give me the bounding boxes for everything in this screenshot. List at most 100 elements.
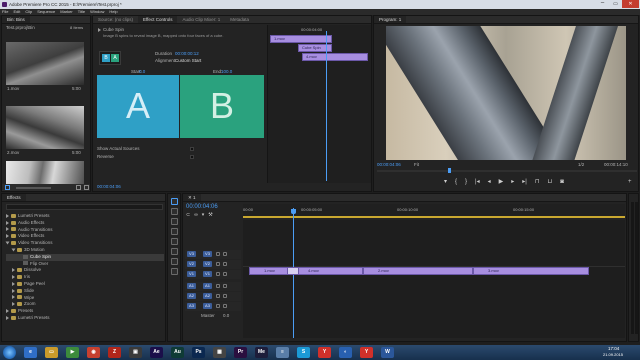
lock-icon[interactable] (216, 284, 220, 288)
add-marker-icon[interactable]: ▾ (444, 179, 447, 186)
fit-select[interactable]: Fit (414, 162, 419, 168)
effects-folder[interactable]: Audio Effects (6, 220, 164, 227)
photoshop-icon[interactable]: Ps (192, 347, 205, 358)
tab-sequence[interactable]: ✕ 1 (183, 194, 201, 201)
chevron-right-icon[interactable] (6, 220, 9, 225)
source-patch-button[interactable]: V3 (187, 251, 196, 257)
timeline-timecode[interactable]: 00:00:04:06 (186, 204, 218, 211)
chevron-right-icon[interactable] (6, 308, 9, 313)
chevron-down-icon[interactable] (11, 248, 16, 252)
lift-icon[interactable]: ⊓ (535, 179, 540, 186)
tab-metadata[interactable]: Metadata (225, 16, 254, 23)
eye-icon[interactable] (223, 284, 227, 288)
chrome-icon[interactable]: ◉ (87, 347, 100, 358)
app-icon-2[interactable]: ▦ (213, 347, 226, 358)
ie-icon[interactable]: e (24, 347, 37, 358)
skype-icon[interactable]: S (297, 347, 310, 358)
alignment-select[interactable]: Custom Start (175, 58, 201, 64)
delete-icon[interactable] (84, 185, 89, 190)
timeline-clip[interactable]: 2.mov (363, 267, 473, 275)
effects-folder[interactable]: Page Peel (6, 281, 164, 288)
effects-folder[interactable]: Audio Transitions (6, 227, 164, 234)
timeline-transition[interactable] (287, 267, 299, 275)
effects-folder[interactable]: Lumetri Presets (6, 315, 164, 322)
mini-playhead[interactable] (326, 31, 327, 181)
app-icon[interactable]: ▣ (129, 347, 142, 358)
lock-icon[interactable] (216, 262, 220, 266)
chevron-right-icon[interactable] (12, 288, 15, 293)
selection-tool-icon[interactable] (171, 198, 178, 205)
source-patch-button[interactable]: A2 (187, 293, 196, 299)
pen-icon[interactable] (171, 248, 178, 255)
lock-icon[interactable] (216, 272, 220, 276)
eye-icon[interactable] (223, 294, 227, 298)
track-target-button[interactable]: A3 (203, 303, 212, 309)
minimize-button[interactable]: – (596, 0, 609, 8)
timeline-clip[interactable]: 4.mov (293, 267, 363, 275)
effects-folder[interactable]: Zoom (6, 301, 164, 308)
effects-search-input[interactable] (6, 204, 163, 210)
show-actual-sources-checkbox[interactable] (190, 147, 194, 151)
eye-icon[interactable] (223, 304, 227, 308)
yandex-icon[interactable]: Y (318, 347, 331, 358)
go-to-out-icon[interactable]: ▸| (522, 179, 527, 186)
chevron-down-icon[interactable] (5, 241, 10, 245)
clock-time[interactable]: 17:04 (608, 346, 619, 351)
player-icon[interactable]: ▶ (66, 347, 79, 358)
settings-icon[interactable]: + (628, 179, 632, 185)
list-view-icon[interactable] (5, 185, 10, 190)
clip-thumbnail-1[interactable] (6, 42, 84, 85)
mini-clip-a[interactable]: 1.mov (270, 35, 332, 43)
source-patch-button[interactable]: V1 (187, 271, 196, 277)
audition-icon[interactable]: Au (171, 347, 184, 358)
folder-icon[interactable]: ▭ (45, 347, 58, 358)
razor-icon[interactable] (171, 228, 178, 235)
new-item-icon[interactable] (76, 185, 81, 190)
tab-program[interactable]: Program: 1 (374, 16, 407, 23)
word-icon[interactable]: W (381, 347, 394, 358)
source-patch-button[interactable]: A3 (187, 303, 196, 309)
chevron-right-icon[interactable] (12, 281, 15, 286)
mini-clip-b[interactable]: 4.mov (302, 53, 368, 61)
snap-icon[interactable]: ⊂ (186, 212, 190, 218)
track-target-button[interactable]: A1 (203, 283, 212, 289)
premiere-icon[interactable]: Pr (234, 347, 247, 358)
program-playhead[interactable] (448, 168, 451, 173)
clip-thumbnail-2[interactable] (6, 106, 84, 149)
filezilla-icon[interactable]: Z (108, 347, 121, 358)
after-effects-icon[interactable]: Ae (150, 347, 163, 358)
track-target-button[interactable]: V3 (203, 251, 212, 257)
duration-value[interactable]: 00:00:00:12 (175, 51, 199, 57)
eye-icon[interactable] (223, 262, 227, 266)
effects-item[interactable]: Flip Over (6, 261, 164, 268)
effects-folder[interactable]: Dissolve (6, 267, 164, 274)
tab-effect-controls[interactable]: Effect Controls (138, 16, 178, 23)
media-encoder-icon[interactable]: Me (255, 347, 268, 358)
lock-icon[interactable] (216, 294, 220, 298)
zoom-slider[interactable] (16, 187, 51, 189)
slip-icon[interactable] (171, 238, 178, 245)
effects-folder[interactable]: Video Effects (6, 233, 164, 240)
export-frame-icon[interactable]: ◙ (560, 179, 564, 186)
add-marker-icon[interactable]: ▾ (202, 212, 205, 218)
chevron-right-icon[interactable] (6, 315, 9, 320)
effects-folder[interactable]: Lumetri Presets (6, 213, 164, 220)
play-icon[interactable]: ▶ (499, 179, 504, 186)
lock-icon[interactable] (216, 252, 220, 256)
effects-folder[interactable]: 3D Motion (6, 247, 164, 254)
start-button[interactable] (3, 346, 16, 359)
lock-icon[interactable] (216, 304, 220, 308)
chevron-right-icon[interactable] (12, 302, 15, 307)
hand-icon[interactable] (171, 258, 178, 265)
mark-in-icon[interactable]: { (455, 179, 457, 186)
clock-date[interactable]: 21.09.2015 (603, 352, 623, 357)
effects-folder[interactable]: Iris (6, 274, 164, 281)
chevron-right-icon[interactable] (12, 268, 15, 273)
eye-icon[interactable] (223, 272, 227, 276)
work-area-bar[interactable] (243, 216, 625, 218)
expand-icon[interactable] (98, 27, 101, 32)
maximize-button[interactable]: ▭ (609, 0, 622, 8)
chevron-right-icon[interactable] (12, 274, 15, 279)
program-scrub-bar[interactable] (377, 170, 637, 172)
tab-source[interactable]: Source: (no clips) (93, 16, 138, 23)
